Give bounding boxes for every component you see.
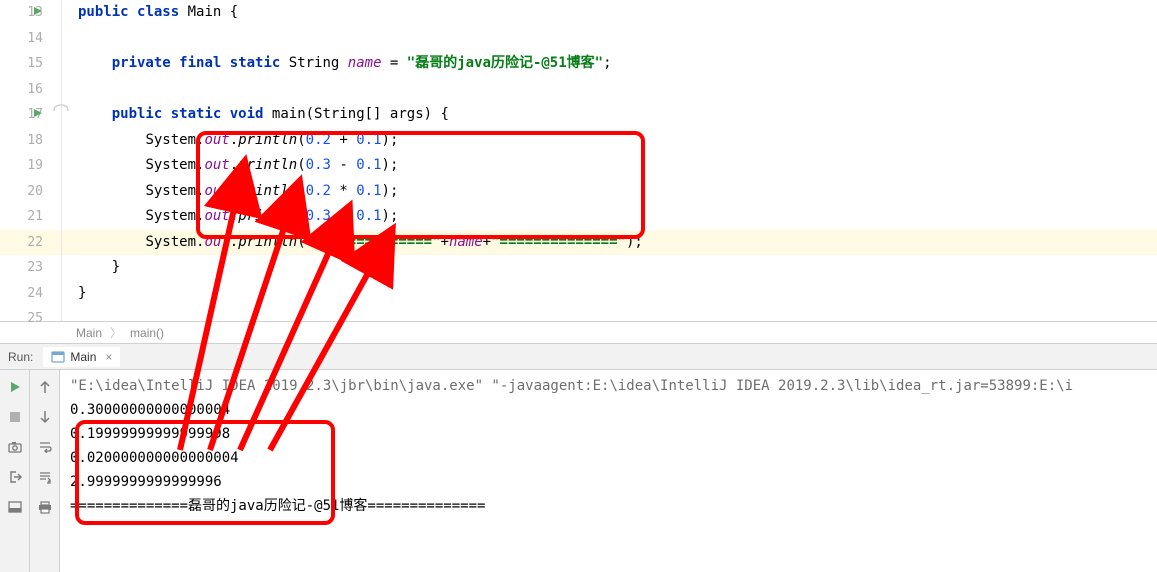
close-icon[interactable]: ×	[105, 350, 112, 364]
run-gutter-icon[interactable]	[33, 6, 43, 19]
run-panel-header: Run: Main ×	[0, 344, 1157, 370]
code-line[interactable]: System.out.println(0.3 / 0.1);	[62, 204, 1157, 230]
code-line[interactable]	[62, 26, 1157, 52]
code-line[interactable]: }	[62, 281, 1157, 307]
gutter-line[interactable]: 13	[0, 0, 61, 26]
print-icon[interactable]	[36, 498, 54, 516]
gutter-line[interactable]: 25	[0, 306, 61, 332]
code-line[interactable]: System.out.println(0.2 + 0.1);	[62, 128, 1157, 154]
code-editor[interactable]: 13141516171819202122232425 public class …	[0, 0, 1157, 322]
gutter-line[interactable]: 20	[0, 179, 61, 205]
gutter-line[interactable]: 14	[0, 26, 61, 52]
up-arrow-icon[interactable]	[36, 378, 54, 396]
console-line: 0.19999999999999998	[70, 422, 1147, 446]
code-line[interactable]	[62, 306, 1157, 332]
exit-icon[interactable]	[6, 468, 24, 486]
run-label: Run:	[8, 350, 33, 364]
stop-icon[interactable]	[6, 408, 24, 426]
layout-icon[interactable]	[6, 498, 24, 516]
gutter-line[interactable]: 16	[0, 77, 61, 103]
gutter-line[interactable]: 24	[0, 281, 61, 307]
application-icon	[51, 350, 65, 364]
code-line[interactable]	[62, 77, 1157, 103]
run-panel-body: "E:\idea\IntelliJ IDEA 2019.2.3\jbr\bin\…	[0, 370, 1157, 572]
code-line[interactable]: }	[62, 255, 1157, 281]
console-line: 2.9999999999999996	[70, 470, 1147, 494]
console-output[interactable]: "E:\idea\IntelliJ IDEA 2019.2.3\jbr\bin\…	[60, 370, 1157, 572]
soft-wrap-icon[interactable]	[36, 438, 54, 456]
run-toolbar-primary	[0, 370, 30, 572]
camera-icon[interactable]	[6, 438, 24, 456]
run-tab-label: Main	[70, 350, 96, 364]
code-area[interactable]: public class Main { private final static…	[62, 0, 1157, 321]
code-line[interactable]: public static void main(String[] args) {	[62, 102, 1157, 128]
code-line[interactable]: System.out.println(0.3 - 0.1);	[62, 153, 1157, 179]
scroll-to-end-icon[interactable]	[36, 468, 54, 486]
code-line[interactable]: System.out.println("=============="+name…	[62, 230, 1157, 256]
code-line[interactable]: private final static String name = "磊哥的j…	[62, 51, 1157, 77]
run-icon[interactable]	[6, 378, 24, 396]
gutter-line[interactable]: 19	[0, 153, 61, 179]
gutter-line[interactable]: 17	[0, 102, 61, 128]
gutter: 13141516171819202122232425	[0, 0, 62, 321]
console-line: 0.30000000000000004	[70, 398, 1147, 422]
console-line: ==============磊哥的java历险记-@51博客==========…	[70, 494, 1147, 518]
gutter-line[interactable]: 22	[0, 230, 61, 256]
code-line[interactable]: public class Main {	[62, 0, 1157, 26]
console-line: 0.020000000000000004	[70, 446, 1147, 470]
down-arrow-icon[interactable]	[36, 408, 54, 426]
gutter-line[interactable]: 18	[0, 128, 61, 154]
run-toolbar-secondary	[30, 370, 60, 572]
gutter-line[interactable]: 15	[0, 51, 61, 77]
run-gutter-icon[interactable]	[33, 108, 43, 121]
gutter-line[interactable]: 23	[0, 255, 61, 281]
code-line[interactable]: System.out.println(0.2 * 0.1);	[62, 179, 1157, 205]
method-marker-icon	[53, 102, 69, 116]
gutter-line[interactable]: 21	[0, 204, 61, 230]
console-line: "E:\idea\IntelliJ IDEA 2019.2.3\jbr\bin\…	[70, 374, 1147, 398]
run-tab[interactable]: Main ×	[43, 347, 120, 367]
